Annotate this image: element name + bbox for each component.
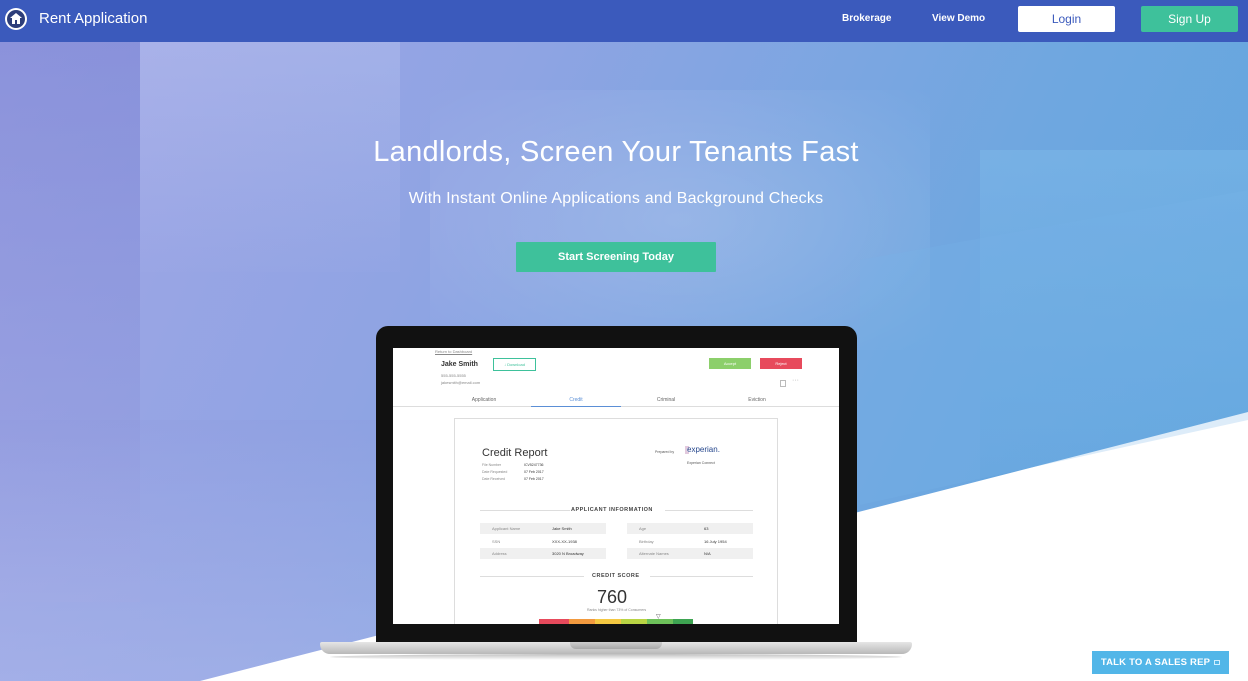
top-navbar: Rent Application Brokerage View Demo Log…	[0, 0, 1248, 42]
laptop-shadow	[330, 654, 902, 660]
section-divider	[650, 576, 753, 577]
field-value: N/A	[704, 551, 711, 556]
nav-link-brokerage[interactable]: Brokerage	[842, 13, 891, 24]
score-bar-segment	[539, 619, 569, 624]
reject-button[interactable]: Reject	[760, 358, 802, 369]
accept-button[interactable]: Accept	[709, 358, 751, 369]
laptop-screen: Return to Dashboard Jake Smith 555-555-5…	[393, 348, 839, 624]
talk-to-sales-label: TALK TO A SALES REP	[1100, 657, 1211, 668]
score-bar-segment	[647, 619, 673, 624]
tab-criminal[interactable]: Criminal	[621, 397, 711, 403]
field-value: 3020 N Broadway	[552, 551, 584, 556]
nav-link-view-demo[interactable]: View Demo	[932, 13, 985, 24]
field-value: 16 July 1954	[704, 539, 727, 544]
credit-score-value: 760	[597, 587, 628, 607]
start-screening-button[interactable]: Start Screening Today	[516, 242, 716, 272]
field-label: Address	[492, 551, 507, 556]
meta-value: ICV5247736	[524, 463, 544, 467]
field-age: Age	[627, 523, 753, 534]
brand-name[interactable]: Rent Application	[39, 10, 147, 27]
laptop-notch	[570, 642, 662, 649]
credit-report-card: Credit Report File Number ICV5247736 Dat…	[454, 418, 778, 624]
meta-label: File Number	[482, 463, 502, 467]
field-label: Applicant Name	[492, 526, 521, 531]
return-dashboard-link[interactable]: Return to Dashboard	[435, 349, 472, 354]
document-icon[interactable]	[780, 380, 786, 387]
experian-logo: experian.	[687, 445, 720, 454]
hero-title: Landlords, Screen Your Tenants Fast	[373, 136, 859, 168]
hero-subtitle: With Instant Online Applications and Bac…	[408, 190, 824, 207]
prepared-by-label: Prepared by	[655, 450, 675, 454]
applicant-email: jakesmith@email.com	[441, 380, 481, 385]
field-value: 63	[704, 526, 709, 531]
applicant-phone: 555-555-5555	[441, 373, 466, 378]
score-bar-segment	[595, 619, 621, 624]
credit-score-note: Ranks higher than 73% of Consumers	[587, 608, 647, 612]
tab-application[interactable]: Application	[439, 397, 529, 403]
meta-label: Date Requested	[482, 470, 508, 474]
field-label: Birthday	[639, 539, 654, 544]
meta-value: 07 Feb 2017	[524, 470, 544, 474]
experian-connect-label: Experian Connect	[687, 461, 715, 465]
house-logo-icon[interactable]	[5, 8, 27, 30]
score-bar-segment	[569, 619, 595, 624]
field-address: Address	[480, 548, 606, 559]
field-ssn: SSN	[480, 536, 606, 547]
credit-score-heading: CREDIT SCORE	[592, 573, 640, 579]
meta-value: 07 Feb 2017	[524, 477, 544, 481]
field-label: Age	[639, 526, 647, 531]
field-value: Jake Smith	[552, 526, 572, 531]
tab-credit[interactable]: Credit	[531, 397, 621, 407]
more-options-icon[interactable]: ···	[792, 377, 799, 384]
screen-tabs: Application Credit Criminal Eviction	[393, 396, 839, 407]
download-button[interactable]: ↓ Download	[493, 358, 536, 371]
field-applicant-name: Applicant Name	[480, 523, 606, 534]
field-value: XXX-XX-1938	[552, 539, 577, 544]
applicant-info-heading: APPLICANT INFORMATION	[571, 507, 653, 513]
field-label: Alternate Names	[639, 551, 669, 556]
section-divider	[480, 576, 584, 577]
section-divider	[665, 510, 753, 511]
talk-to-sales-button[interactable]: TALK TO A SALES REP	[1092, 651, 1229, 674]
field-label: SSN	[492, 539, 501, 544]
tab-eviction[interactable]: Eviction	[712, 397, 802, 403]
applicant-name: Jake Smith	[441, 361, 478, 368]
signup-button[interactable]: Sign Up	[1141, 6, 1238, 32]
report-title: Credit Report	[482, 447, 548, 459]
section-divider	[480, 510, 570, 511]
field-birthday: Birthday	[627, 536, 753, 547]
meta-label: Date Received	[482, 477, 505, 481]
score-bar-segment	[673, 619, 693, 624]
field-alternate-names: Alternate Names	[627, 548, 753, 559]
login-button[interactable]: Login	[1018, 6, 1115, 32]
chat-icon	[1214, 660, 1221, 665]
score-bar-segment	[621, 619, 647, 624]
